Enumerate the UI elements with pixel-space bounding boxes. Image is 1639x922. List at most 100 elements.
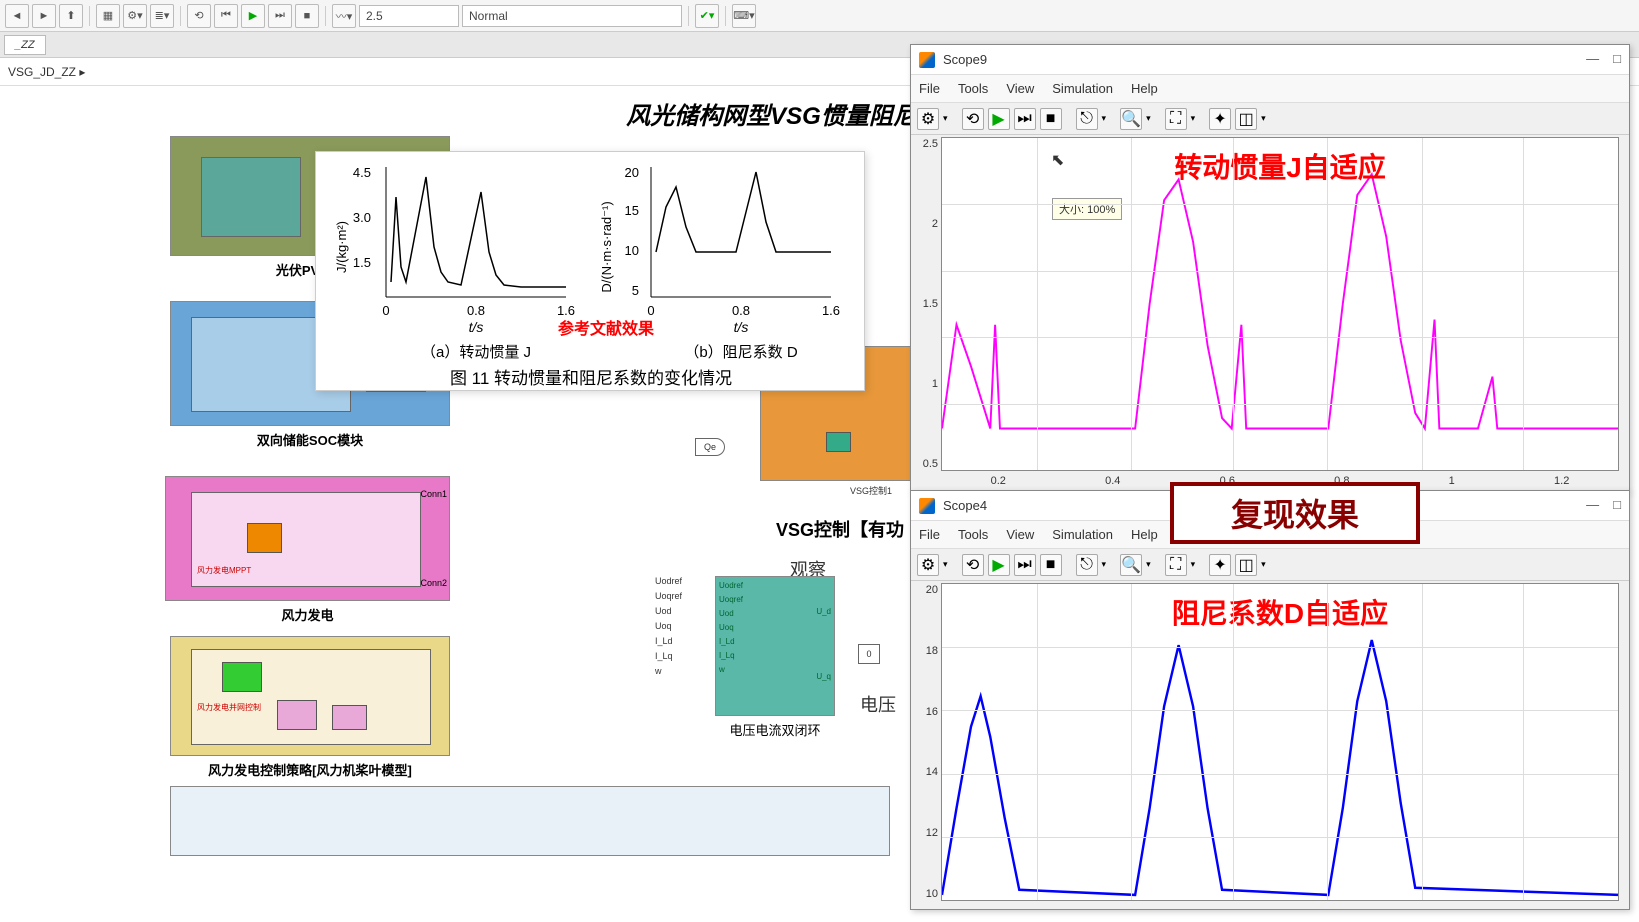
menu-help[interactable]: Help xyxy=(1131,81,1158,96)
list-button[interactable]: ≣▾ xyxy=(150,4,174,28)
block-vloop[interactable]: UodrefUoqrefUodUoqI_LdI_Lqw U_d U_q xyxy=(715,576,835,716)
menu-file[interactable]: File xyxy=(919,527,940,542)
stop-button[interactable]: ■ xyxy=(295,4,319,28)
stop-scope-button[interactable]: ■ xyxy=(1040,554,1062,576)
config-button[interactable]: ⚙ xyxy=(917,554,939,576)
cursor-button[interactable]: ✦ xyxy=(1209,554,1231,576)
autoscale-button[interactable]: ⛶ xyxy=(1165,108,1187,130)
play-button[interactable]: ▶ xyxy=(988,108,1010,130)
restart-button[interactable]: ⟲ xyxy=(962,108,984,130)
svg-text:1.6: 1.6 xyxy=(822,303,840,318)
scope9-toolbar: ⚙▾ ⟲ ▶ ⏭ ■ ⎋▾ 🔍▾ ⛶▾ ✦ ◫▾ xyxy=(911,103,1629,135)
check-button[interactable]: ✔▾ xyxy=(695,4,719,28)
svg-text:0.8: 0.8 xyxy=(732,303,750,318)
svg-text:t/s: t/s xyxy=(469,319,484,335)
svg-text:（b）阻尼系数 D: （b）阻尼系数 D xyxy=(684,344,798,361)
settings-button[interactable]: ⚙▾ xyxy=(123,4,147,28)
scope4-title: Scope4 xyxy=(943,498,987,513)
menu-tools[interactable]: Tools xyxy=(958,527,988,542)
conn1-label: Conn1 xyxy=(420,489,447,499)
wind-grid-label: 风力发电并网控制 xyxy=(197,702,261,713)
step-back-button[interactable]: ⏮ xyxy=(214,4,238,28)
block-bottom[interactable] xyxy=(170,786,890,856)
scope4-plot[interactable]: 阻尼系数D自适应 201816141210 xyxy=(941,583,1619,901)
scope9-yaxis: 2.521.510.5 xyxy=(914,138,938,470)
keyboard-button[interactable]: ⌨▾ xyxy=(732,4,756,28)
scope4-yaxis: 201816141210 xyxy=(914,584,938,900)
matlab-icon xyxy=(919,52,935,68)
constant-zero[interactable]: 0 xyxy=(858,644,880,664)
scope9-trace xyxy=(942,138,1618,470)
mode-select[interactable] xyxy=(462,5,682,27)
block-wind-ctrl-label: 风力发电控制策略[风力机桨叶模型] xyxy=(170,760,450,779)
scope9-titlebar[interactable]: Scope9 — □ xyxy=(911,45,1629,75)
up-button[interactable]: ⬆ xyxy=(59,4,83,28)
step-forward-button[interactable]: ⏭ xyxy=(268,4,292,28)
scope4-plot-title: 阻尼系数D自适应 xyxy=(1172,592,1388,632)
svg-text:4.5: 4.5 xyxy=(353,165,371,180)
cursor-icon: ⬉ xyxy=(1051,150,1064,170)
svg-text:（a）转动惯量 J: （a）转动惯量 J xyxy=(421,344,531,361)
zoom-button[interactable]: 🔍 xyxy=(1120,108,1142,130)
menu-simulation[interactable]: Simulation xyxy=(1052,527,1113,542)
svg-text:0: 0 xyxy=(647,303,654,318)
voltage-label: 电压 xyxy=(860,691,896,717)
menu-view[interactable]: View xyxy=(1006,81,1034,96)
svg-text:10: 10 xyxy=(625,243,639,258)
scope4-toolbar: ⚙▾ ⟲ ▶ ⏭ ■ ⎋▾ 🔍▾ ⛶▾ ✦ ◫▾ xyxy=(911,549,1629,581)
conn2-label: Conn2 xyxy=(420,578,447,588)
autoscale-button[interactable]: ⛶ xyxy=(1165,554,1187,576)
svg-text:J/(kg·m²): J/(kg·m²) xyxy=(334,221,349,273)
svg-text:3.0: 3.0 xyxy=(353,210,371,225)
qe-port[interactable]: Qe xyxy=(695,438,725,456)
svg-text:0.8: 0.8 xyxy=(467,303,485,318)
maximize-button[interactable]: □ xyxy=(1613,51,1621,66)
scope9-window[interactable]: Scope9 — □ File Tools View Simulation He… xyxy=(910,44,1630,492)
restart-button[interactable]: ⟲ xyxy=(962,554,984,576)
block-wind[interactable]: 风力发电MPPT Conn1 Conn2 xyxy=(165,476,450,601)
menu-view[interactable]: View xyxy=(1006,527,1034,542)
svg-text:图 11 转动惯量和阻尼系数的变化情况: 图 11 转动惯量和阻尼系数的变化情况 xyxy=(450,369,732,388)
minimize-button[interactable]: — xyxy=(1586,51,1599,66)
vsg-sub-label: VSG控制1 xyxy=(850,484,892,497)
fast-restart-button[interactable]: ⟲ xyxy=(187,4,211,28)
scope9-menu: File Tools View Simulation Help xyxy=(911,75,1629,103)
block-vloop-label: 电压电流双闭环 xyxy=(700,720,850,739)
reference-figure: 4.5 3.0 1.5 0 0.8 1.6 J/(kg·m²) t/s （a）转… xyxy=(315,151,865,391)
menu-help[interactable]: Help xyxy=(1131,527,1158,542)
measure-button[interactable]: ◫ xyxy=(1235,108,1257,130)
forward-button[interactable]: ► xyxy=(32,4,56,28)
step-button[interactable]: ⏭ xyxy=(1014,108,1036,130)
svg-text:D/(N·m·s·rad⁻¹): D/(N·m·s·rad⁻¹) xyxy=(599,201,614,292)
library-button[interactable]: ▦ xyxy=(96,4,120,28)
play-button[interactable]: ▶ xyxy=(988,554,1010,576)
menu-tools[interactable]: Tools xyxy=(958,81,988,96)
svg-text:1.5: 1.5 xyxy=(353,255,371,270)
trigger-button[interactable]: ⎋ xyxy=(1076,108,1098,130)
block-wind-ctrl[interactable]: 风力发电并网控制 xyxy=(170,636,450,756)
menu-simulation[interactable]: Simulation xyxy=(1052,81,1113,96)
svg-text:1.6: 1.6 xyxy=(557,303,575,318)
svg-text:参考文献效果: 参考文献效果 xyxy=(558,319,654,338)
model-tab[interactable]: _ZZ xyxy=(4,35,46,55)
minimize-button[interactable]: — xyxy=(1586,497,1599,512)
back-button[interactable]: ◄ xyxy=(5,4,29,28)
signal-button[interactable]: 〰▾ xyxy=(332,4,356,28)
scope4-window[interactable]: Scope4 — □ File Tools View Simulation He… xyxy=(910,490,1630,910)
zoom-button[interactable]: 🔍 xyxy=(1120,554,1142,576)
trigger-button[interactable]: ⎋ xyxy=(1076,554,1098,576)
maximize-button[interactable]: □ xyxy=(1613,497,1621,512)
run-button[interactable]: ▶ xyxy=(241,4,265,28)
svg-text:0: 0 xyxy=(382,303,389,318)
stop-time-input[interactable] xyxy=(359,5,459,27)
svg-text:5: 5 xyxy=(632,283,639,298)
stop-scope-button[interactable]: ■ xyxy=(1040,108,1062,130)
cursor-button[interactable]: ✦ xyxy=(1209,108,1231,130)
measure-button[interactable]: ◫ xyxy=(1235,554,1257,576)
step-button[interactable]: ⏭ xyxy=(1014,554,1036,576)
svg-text:20: 20 xyxy=(625,165,639,180)
scope9-plot[interactable]: 转动惯量J自适应 大小: 100% 2.521.510.5 xyxy=(941,137,1619,471)
scope9-title: Scope9 xyxy=(943,52,987,67)
config-button[interactable]: ⚙ xyxy=(917,108,939,130)
menu-file[interactable]: File xyxy=(919,81,940,96)
